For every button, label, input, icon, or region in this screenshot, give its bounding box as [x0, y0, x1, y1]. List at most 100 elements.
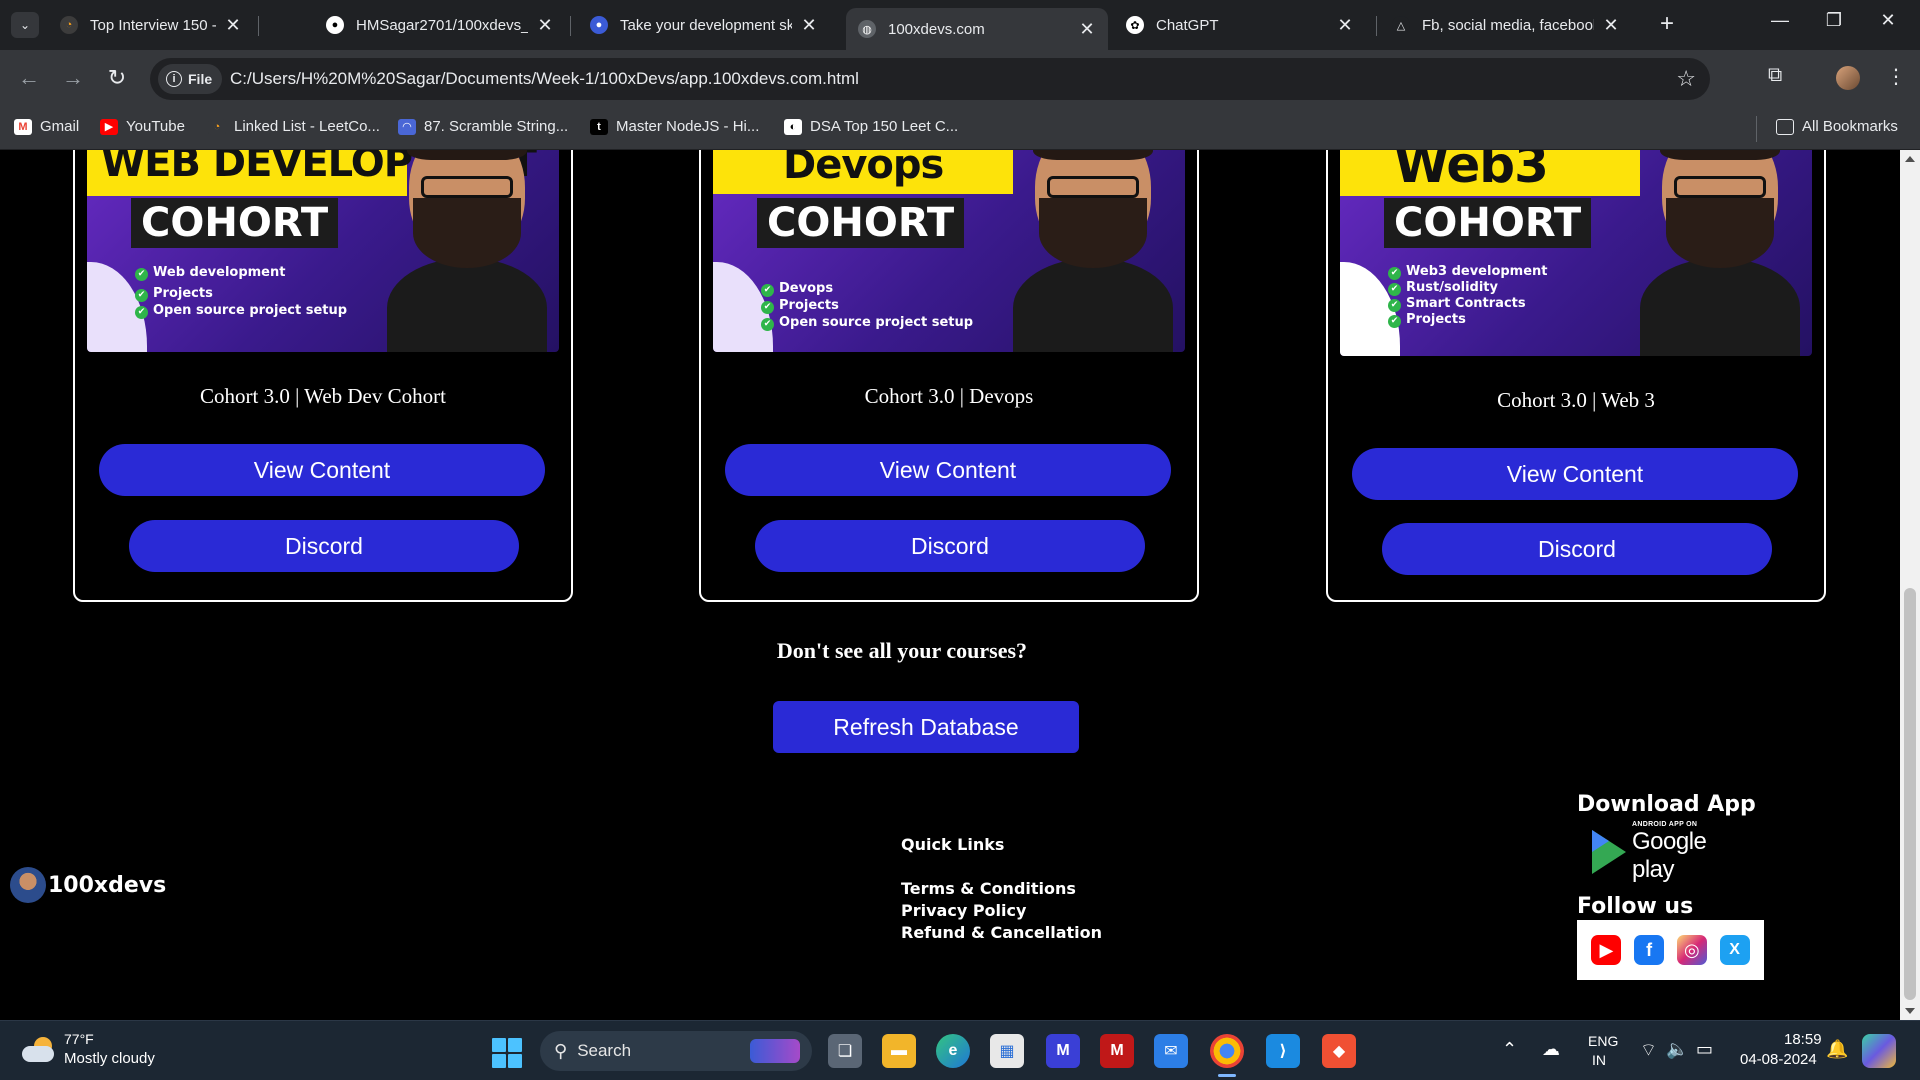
mail-icon[interactable]: ✉ [1154, 1034, 1188, 1068]
search-icon: ⚲ [554, 1040, 568, 1061]
onedrive-icon[interactable]: ☁ [1542, 1039, 1560, 1060]
clock-date[interactable]: 04-08-2024 [1740, 1051, 1817, 1068]
new-tab-button[interactable]: + [1652, 10, 1682, 38]
close-icon[interactable]: ✕ [1336, 15, 1354, 36]
bookmark-master-nodejs[interactable]: t Master NodeJS - Hi... [590, 118, 759, 135]
tab-search-button[interactable]: ⌄ [11, 12, 39, 38]
all-bookmarks[interactable]: All Bookmarks [1776, 118, 1898, 135]
tab-github[interactable]: ● HMSagar2701/100xdevs_cl ✕ [314, 8, 566, 42]
tab-100xdevs[interactable]: ◍ 100xdevs.com ✕ [846, 8, 1108, 50]
cohort-card-web3: Web3 COHORT Web3 development Rust/solidi… [1326, 150, 1826, 602]
copilot-icon[interactable] [1862, 1034, 1896, 1068]
tab-separator [1376, 16, 1377, 36]
view-content-button[interactable]: View Content [99, 444, 545, 496]
bookmark-gmail[interactable]: M Gmail [14, 118, 79, 135]
close-icon[interactable]: ✕ [1602, 15, 1620, 36]
windows-start-icon[interactable] [492, 1038, 522, 1068]
site-info-label: File [188, 71, 213, 87]
chrome-icon[interactable] [1210, 1034, 1244, 1068]
bookmark-youtube[interactable]: ▶ YouTube [100, 118, 185, 135]
privacy-link[interactable]: Privacy Policy [901, 901, 1026, 920]
x-icon[interactable]: X [1719, 935, 1750, 965]
bullet: Rust/solidity [1388, 280, 1548, 296]
bookmark-label: Linked List - LeetCo... [234, 118, 380, 135]
profile-avatar[interactable] [1836, 66, 1860, 90]
taskbar-search[interactable]: ⚲ Search [540, 1031, 812, 1071]
minimize-icon[interactable]: — [1760, 10, 1800, 31]
download-app-title: Download App [1577, 792, 1756, 817]
brand-name: 100xdevs [48, 872, 167, 898]
close-icon[interactable]: ✕ [536, 15, 554, 36]
tab-title: Top Interview 150 - Study P [90, 16, 216, 34]
discord-button[interactable]: Discord [755, 520, 1145, 572]
menu-kebab-icon[interactable]: ⋮ [1886, 64, 1906, 89]
weather-description[interactable]: Mostly cloudy [64, 1050, 155, 1067]
vscode-icon[interactable]: ⟩ [1266, 1034, 1300, 1068]
chevron-up-icon[interactable]: ⌃ [1502, 1039, 1517, 1060]
terms-link[interactable]: Terms & Conditions [901, 879, 1076, 898]
restore-icon[interactable]: ❐ [1814, 10, 1854, 31]
instagram-icon[interactable]: ◎ [1676, 935, 1707, 965]
youtube-icon[interactable]: ▶ [1591, 935, 1622, 965]
tab-chatgpt[interactable]: ✿ ChatGPT ✕ [1114, 8, 1366, 42]
file-explorer-icon[interactable]: ▬ [882, 1034, 916, 1068]
quick-links-title: Quick Links [901, 835, 1005, 854]
footer-brand[interactable]: 100xdevs [10, 867, 166, 903]
battery-icon[interactable]: ▭ [1696, 1039, 1713, 1060]
cohort-card-devops: Devops COHORT Devops Projects Open sourc… [699, 150, 1199, 602]
weather-cloud-icon[interactable] [22, 1037, 56, 1063]
edge-icon[interactable]: e [936, 1034, 970, 1068]
reload-icon[interactable]: ↻ [102, 66, 132, 90]
close-icon[interactable]: ✕ [224, 15, 242, 36]
follow-us-title: Follow us [1577, 894, 1694, 919]
view-content-button[interactable]: View Content [725, 444, 1171, 496]
bullet: Web3 development [1388, 264, 1548, 280]
window-close-icon[interactable]: ✕ [1868, 10, 1908, 31]
bullet: Devops [761, 280, 973, 297]
view-content-button[interactable]: View Content [1352, 448, 1798, 500]
extensions-icon[interactable]: ⧉ [1768, 64, 1782, 87]
google-play-badge[interactable]: ANDROID APP ON Google play [1592, 821, 1752, 883]
site-info-chip[interactable]: i File [158, 64, 223, 94]
bookmark-dsa-top-150[interactable]: ◐ DSA Top 150 Leet C... [784, 118, 958, 135]
back-icon[interactable]: ← [14, 66, 44, 90]
forward-icon[interactable]: → [58, 66, 88, 90]
bookmark-star-icon[interactable]: ☆ [1676, 66, 1696, 92]
gplay-small-text: ANDROID APP ON [1632, 820, 1698, 828]
close-icon[interactable]: ✕ [800, 15, 818, 36]
language-region[interactable]: IN [1592, 1052, 1606, 1068]
tab-take-your-dev[interactable]: ● Take your development ski ✕ [578, 8, 830, 42]
banner-cohort: COHORT [131, 198, 339, 248]
scroll-down-icon[interactable] [1905, 1008, 1915, 1014]
thumbnail-bullets: Web development Projects Open source pro… [135, 264, 347, 319]
discord-button[interactable]: Discord [129, 520, 519, 572]
mcafee-icon[interactable]: M [1100, 1034, 1134, 1068]
language-indicator[interactable]: ENG [1588, 1033, 1618, 1049]
store-icon[interactable]: ▦ [990, 1034, 1024, 1068]
bookmark-linked-list[interactable]: ◔ Linked List - LeetCo... [208, 118, 380, 135]
facebook-icon[interactable]: f [1634, 935, 1665, 965]
page-scrollbar[interactable] [1900, 150, 1920, 1020]
discord-button[interactable]: Discord [1382, 523, 1772, 575]
refund-link[interactable]: Refund & Cancellation [901, 923, 1102, 942]
close-icon[interactable]: ✕ [1078, 19, 1096, 40]
notification-bell-icon[interactable]: 🔔 [1826, 1039, 1848, 1060]
banner-cohort: COHORT [1384, 198, 1592, 248]
wifi-icon[interactable]: ⌔ [1640, 1039, 1657, 1062]
cohort-title: Cohort 3.0 | Devops [864, 384, 1034, 408]
clock-time[interactable]: 18:59 [1784, 1031, 1822, 1048]
scroll-thumb[interactable] [1904, 588, 1916, 1000]
teams-icon[interactable]: M [1046, 1034, 1080, 1068]
git-icon[interactable]: ◆ [1322, 1034, 1356, 1068]
address-bar[interactable]: i File C:/Users/H%20M%20Sagar/Documents/… [150, 58, 1710, 100]
volume-icon[interactable]: 🔈 [1666, 1039, 1688, 1060]
refresh-database-button[interactable]: Refresh Database [773, 701, 1079, 753]
weather-temperature[interactable]: 77°F [64, 1031, 94, 1047]
tab-top-interview[interactable]: ◔ Top Interview 150 - Study P ✕ [48, 8, 254, 42]
url-text[interactable]: C:/Users/H%20M%20Sagar/Documents/Week-1/… [230, 69, 859, 89]
thumbnail-bullets: Devops Projects Open source project setu… [761, 280, 973, 331]
bookmark-scramble-string[interactable]: ◠ 87. Scramble String... [398, 118, 568, 135]
scroll-up-icon[interactable] [1905, 156, 1915, 162]
tab-fb-social[interactable]: △ Fb, social media, facebook ✕ [1380, 8, 1632, 42]
task-view-icon[interactable]: ❏ [828, 1034, 862, 1068]
